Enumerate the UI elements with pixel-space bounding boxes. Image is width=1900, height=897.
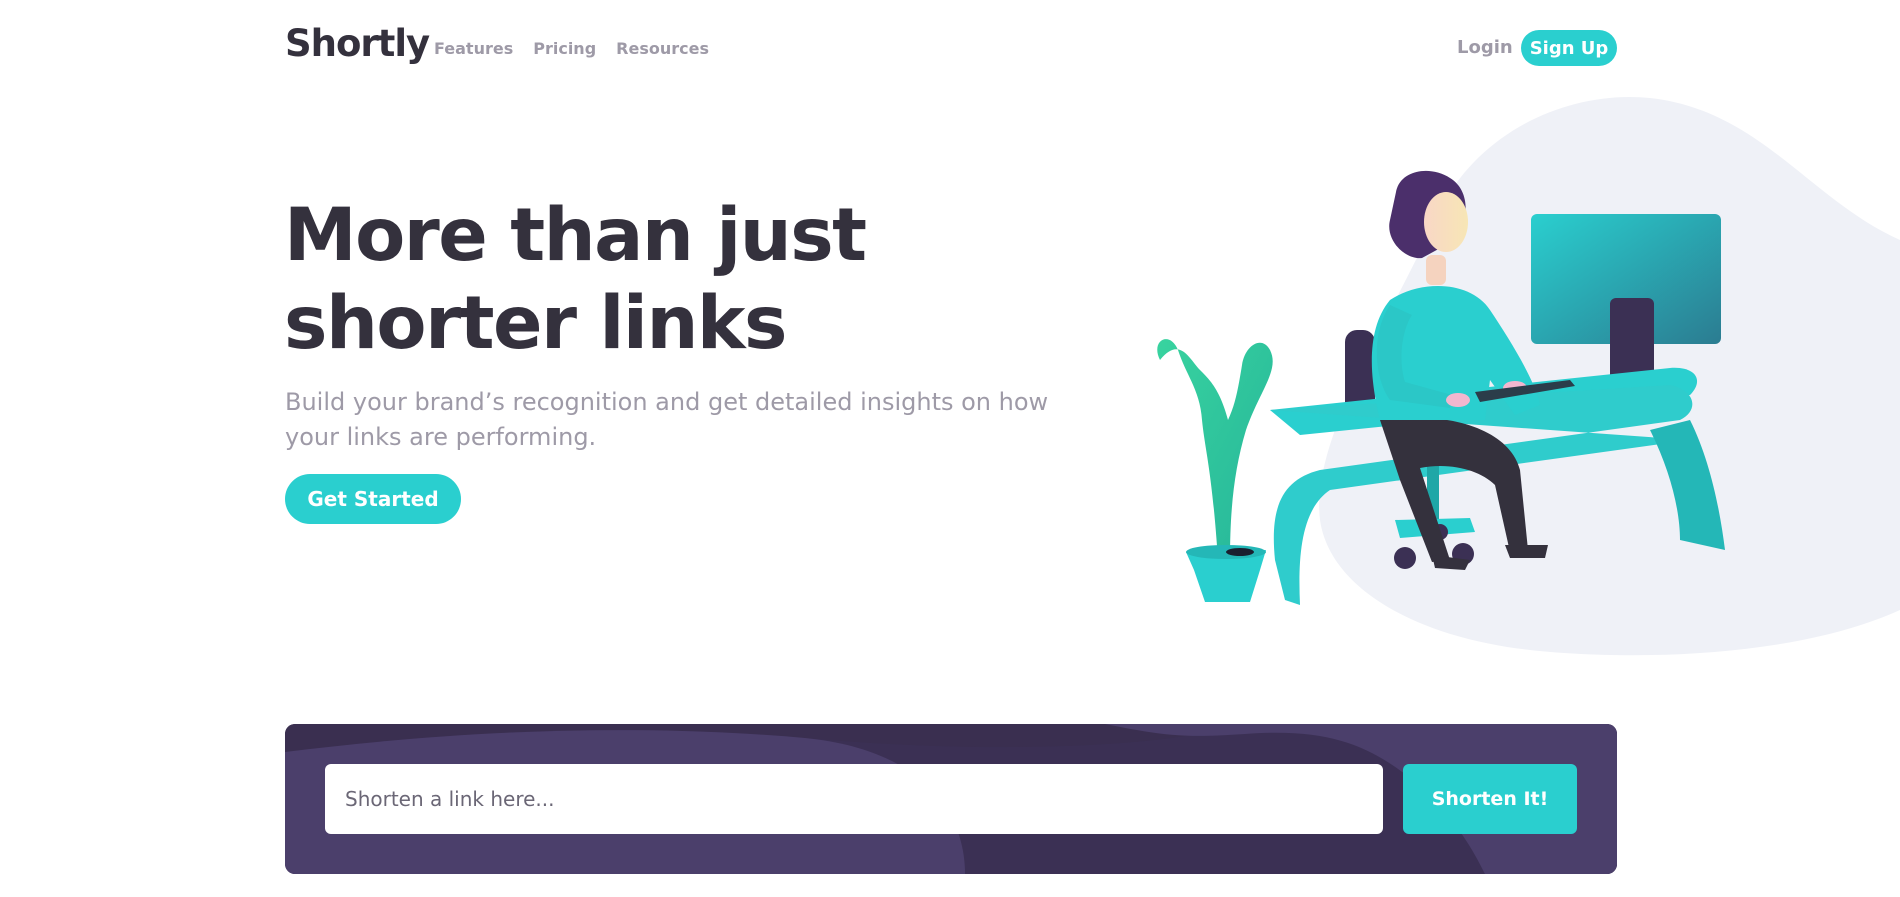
plant-soil xyxy=(1226,548,1254,556)
hero-subtitle: Build your brand’s recognition and get d… xyxy=(285,388,1049,451)
person-face xyxy=(1424,192,1468,252)
person-hand-left xyxy=(1446,393,1470,407)
shorten-link-input[interactable] xyxy=(325,764,1383,834)
hero-title-line-2: shorter links xyxy=(284,281,787,366)
plant-leaves xyxy=(1157,339,1273,560)
site-header: Shortly Features Pricing Resources Login… xyxy=(0,0,1900,96)
hero-title-line-1: More than just xyxy=(284,193,867,278)
person-neck xyxy=(1426,255,1446,285)
nav-link-features[interactable]: Features xyxy=(434,39,513,58)
get-started-button[interactable]: Get Started xyxy=(285,474,461,524)
nav-link-pricing[interactable]: Pricing xyxy=(533,39,596,58)
signup-button[interactable]: Sign Up xyxy=(1521,30,1617,66)
nav-links: Features Pricing Resources xyxy=(434,39,709,58)
brand-logo[interactable]: Shortly xyxy=(285,22,430,65)
hero-title: More than just shorter links xyxy=(284,192,924,368)
person-shoe-right xyxy=(1505,545,1548,558)
nav-link-resources[interactable]: Resources xyxy=(616,39,709,58)
shorten-it-button[interactable]: Shorten It! xyxy=(1403,764,1577,834)
chair-wheel-left xyxy=(1394,547,1416,569)
shorten-panel: Shorten It! xyxy=(285,724,1617,874)
person-working-illustration xyxy=(1157,96,1900,656)
login-link[interactable]: Login xyxy=(1457,37,1513,58)
